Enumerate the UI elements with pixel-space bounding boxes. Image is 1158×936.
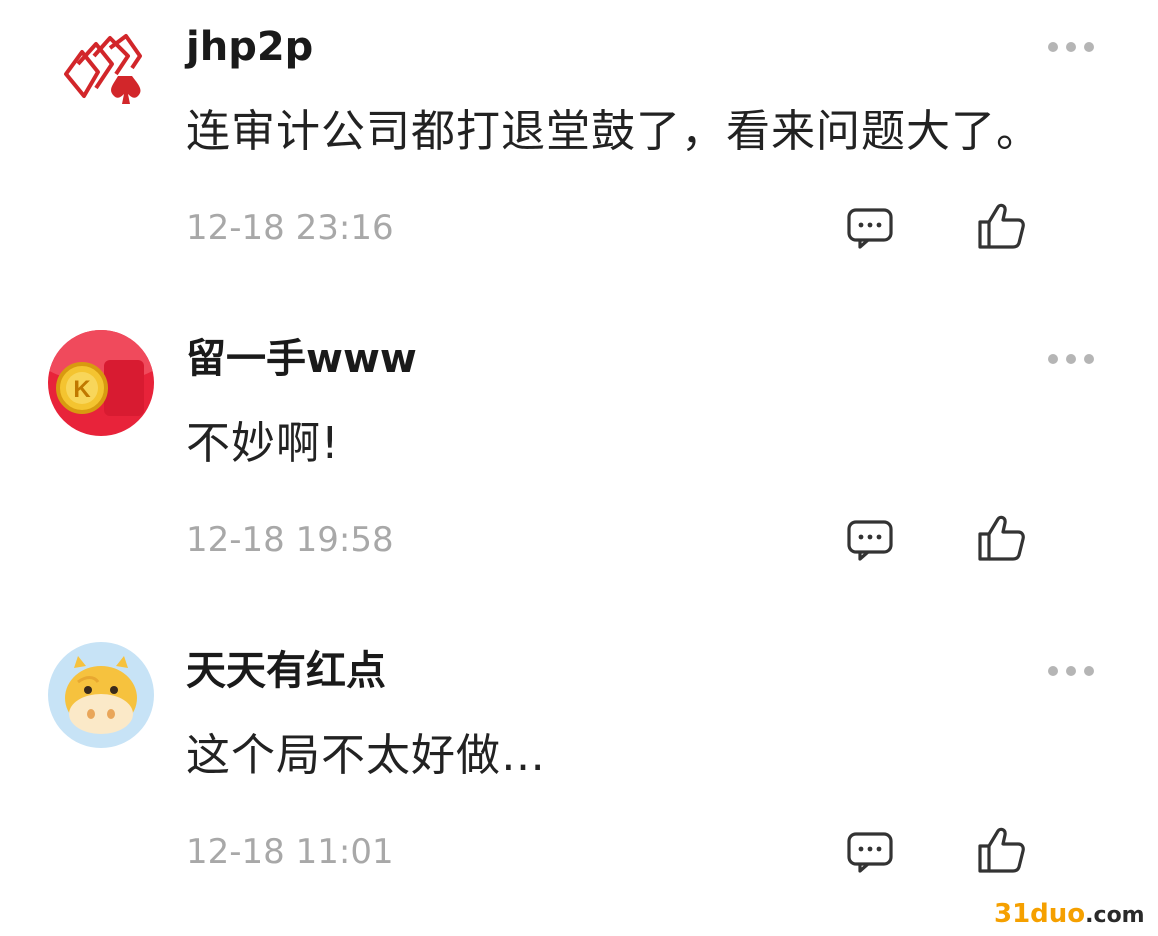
more-options-icon[interactable]: [1046, 664, 1096, 678]
svg-text:K: K: [73, 376, 91, 403]
comment-item: K 留一手www 不妙啊! 12-18 19:58: [0, 312, 1158, 624]
comment-text: 这个局不太好做…: [186, 730, 546, 781]
more-options-icon[interactable]: [1046, 352, 1096, 366]
comment-item: jhp2p 连审计公司都打退堂鼓了，看来问题大了。 12-18 23:16: [0, 0, 1158, 312]
cow-face-icon: [48, 642, 154, 748]
comment-timestamp: 12-18 11:01: [186, 832, 394, 872]
playing-cards-icon: [48, 22, 154, 128]
avatar[interactable]: K: [48, 330, 154, 436]
username[interactable]: jhp2p: [186, 22, 313, 72]
comment-text: 不妙啊!: [186, 418, 340, 469]
comment-item: 天天有红点 这个局不太好做… 12-18 11:01: [0, 624, 1158, 936]
more-options-icon[interactable]: [1046, 40, 1096, 54]
comment-bubble-icon[interactable]: [846, 831, 894, 873]
comment-text: 连审计公司都打退堂鼓了，看来问题大了。: [186, 106, 1041, 157]
watermark-suffix: .com: [1085, 903, 1145, 928]
comment-bubble-icon[interactable]: [846, 207, 894, 249]
watermark-main: 31duo: [994, 899, 1086, 929]
comment-timestamp: 12-18 19:58: [186, 520, 394, 560]
avatar[interactable]: [48, 22, 154, 128]
username[interactable]: 留一手www: [186, 334, 417, 384]
site-watermark: 31duo.com: [994, 898, 1145, 932]
red-envelope-coin-icon: K: [48, 330, 154, 436]
thumbs-up-icon[interactable]: [976, 514, 1026, 562]
username[interactable]: 天天有红点: [186, 646, 386, 696]
avatar[interactable]: [48, 642, 154, 748]
comment-timestamp: 12-18 23:16: [186, 208, 394, 248]
comment-bubble-icon[interactable]: [846, 519, 894, 561]
thumbs-up-icon[interactable]: [976, 826, 1026, 874]
thumbs-up-icon[interactable]: [976, 202, 1026, 250]
